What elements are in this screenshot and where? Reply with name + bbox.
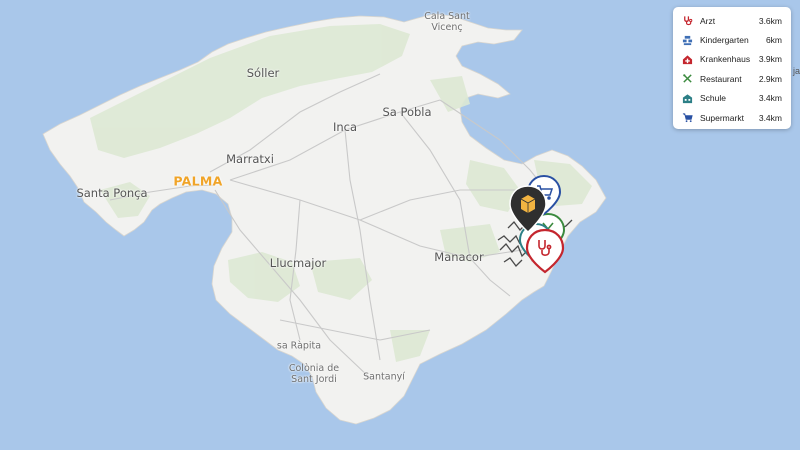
hospital-icon: [681, 53, 693, 65]
place-cala-sant-vicenc: Cala Sant Vicenç: [424, 11, 470, 33]
place-marratxi: Marratxi: [226, 152, 274, 166]
legend-item-krankenhaus[interactable]: Krankenhaus 3.9km: [673, 50, 791, 69]
legend-distance: 3.4km: [758, 112, 782, 123]
legend-distance: 2.9km: [758, 73, 782, 84]
place-llucmajor: Llucmajor: [269, 256, 327, 270]
kindergarten-icon: [681, 34, 693, 46]
edge-label: ja: [793, 66, 800, 76]
legend-label: Schule: [700, 93, 726, 104]
legend-item-kindergarten[interactable]: Kindergarten 6km: [673, 30, 791, 49]
legend-label: Arzt: [700, 15, 716, 26]
legend-distance: 3.4km: [758, 93, 782, 104]
legend-distance: 6km: [765, 35, 782, 46]
stethoscope-icon: [681, 15, 693, 27]
legend-label: Krankenhaus: [700, 54, 751, 65]
place-palma: PALMA: [173, 173, 223, 189]
place-inca: Inca: [332, 120, 358, 134]
legend-item-restaurant[interactable]: Restaurant 2.9km: [673, 69, 791, 88]
legend-label: Supermarkt: [700, 112, 744, 123]
legend-distance: 3.9km: [758, 54, 782, 65]
place-sa-rapita: sa Ràpita: [276, 340, 322, 352]
place-colonia-de-sant-jordi: Colònia de Sant Jordi: [288, 363, 340, 385]
legend-label: Kindergarten: [700, 35, 749, 46]
restaurant-icon: [681, 73, 693, 85]
shopping-cart-icon: [681, 112, 693, 124]
place-manacor: Manacor: [434, 250, 484, 264]
legend-item-arzt[interactable]: Arzt 3.6km: [673, 11, 791, 30]
school-icon: [681, 92, 693, 104]
place-santanyi: Santanyí: [363, 371, 405, 383]
legend-distance: 3.6km: [758, 15, 782, 26]
legend-item-supermarkt[interactable]: Supermarkt 3.4km: [673, 108, 791, 127]
legend-label: Restaurant: [700, 73, 742, 84]
place-soller: Sóller: [246, 66, 280, 80]
poi-legend: Arzt 3.6km Kindergarten 6km Krankenhaus …: [673, 7, 791, 129]
legend-item-schule[interactable]: Schule 3.4km: [673, 89, 791, 108]
place-sa-pobla: Sa Pobla: [382, 105, 432, 119]
place-santa-ponca: Santa Ponça: [76, 186, 148, 200]
